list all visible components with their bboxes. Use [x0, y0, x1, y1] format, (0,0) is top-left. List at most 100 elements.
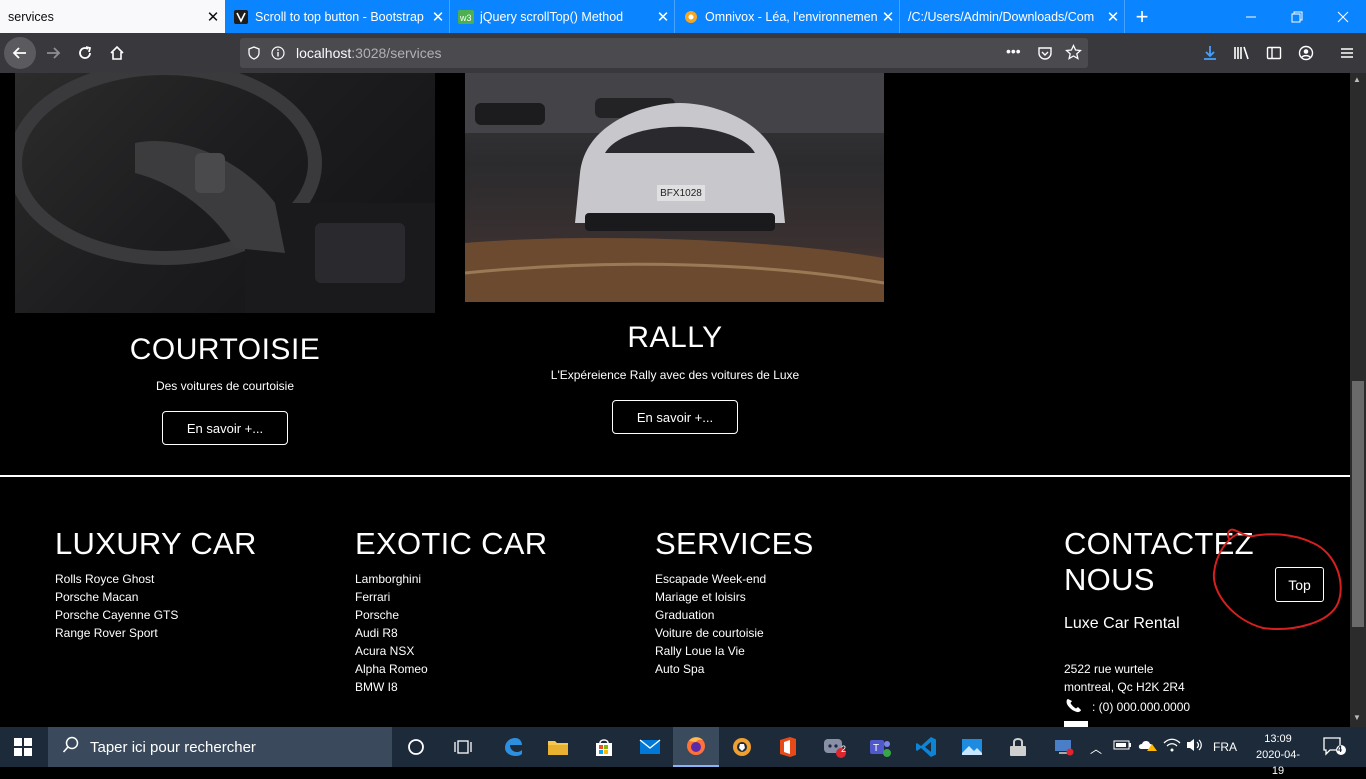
close-icon[interactable]: ✕ — [1102, 8, 1124, 26]
footer-link[interactable]: Range Rover Sport — [55, 624, 178, 642]
url-path: :3028/services — [351, 45, 442, 61]
teams-icon[interactable]: T — [857, 727, 903, 767]
tab-scroll-to-top[interactable]: Scroll to top button - Bootstrap ✕ — [225, 0, 450, 33]
footer-link[interactable]: Ferrari — [355, 588, 428, 606]
microsoft-store-icon[interactable] — [581, 727, 627, 767]
notifications-icon[interactable]: 4 — [1322, 736, 1346, 761]
new-tab-button[interactable]: + — [1125, 0, 1159, 33]
close-icon[interactable]: ✕ — [652, 8, 674, 26]
vpn-lock-icon[interactable] — [995, 727, 1041, 767]
download-icon — [1204, 46, 1216, 60]
account-button[interactable] — [1290, 37, 1322, 69]
volume-icon[interactable] — [1185, 737, 1205, 758]
bookmark-star-icon[interactable] — [1064, 43, 1083, 66]
footer-link[interactable]: Alpha Romeo — [355, 660, 428, 678]
search-placeholder: Taper ici pour rechercher — [90, 738, 256, 756]
onedrive-warning-icon[interactable] — [1138, 738, 1158, 757]
sidebar-button[interactable] — [1258, 37, 1290, 69]
taskbar-search-box[interactable]: Taper ici pour rechercher — [48, 727, 392, 767]
svg-text:T: T — [873, 743, 879, 754]
footer-link[interactable]: Mariage et loisirs — [655, 588, 766, 606]
cortana-icon[interactable] — [393, 727, 439, 767]
back-button[interactable] — [4, 37, 36, 69]
windows-logo-icon — [14, 738, 32, 756]
footer-link[interactable]: Porsche Macan — [55, 588, 178, 606]
exotic-car-heading: EXOTIC CAR — [355, 526, 548, 561]
forward-button[interactable] — [37, 37, 69, 69]
wifi-icon[interactable] — [1162, 737, 1182, 758]
start-button[interactable] — [0, 727, 46, 767]
file-explorer-icon[interactable] — [535, 727, 581, 767]
scroll-to-top-button[interactable]: Top — [1275, 567, 1324, 602]
brave-icon[interactable] — [719, 727, 765, 767]
discord-icon[interactable]: 2 — [811, 727, 857, 767]
tab-local-file[interactable]: /C:/Users/Admin/Downloads/Com ✕ — [900, 0, 1125, 33]
arrow-right-icon — [47, 47, 61, 59]
page-scrollbar[interactable]: ▲ ▼ — [1350, 73, 1366, 727]
tab-title: /C:/Users/Admin/Downloads/Com — [908, 9, 1095, 24]
footer-link[interactable]: Rally Loue la Vie — [655, 642, 766, 660]
footer-link[interactable]: Auto Spa — [655, 660, 766, 678]
home-button[interactable] — [101, 37, 133, 69]
info-icon[interactable] — [268, 46, 288, 60]
footer-link[interactable]: Acura NSX — [355, 642, 428, 660]
remote-desktop-icon[interactable] — [1041, 727, 1087, 767]
task-view-icon[interactable] — [440, 727, 486, 767]
company-name: Luxe Car Rental — [1064, 615, 1180, 632]
home-icon — [110, 45, 124, 60]
footer-link[interactable]: Lamborghini — [355, 570, 428, 588]
library-button[interactable] — [1226, 37, 1258, 69]
discord-badge: 2 — [841, 744, 847, 754]
tab-jquery-scrolltop[interactable]: w3 jQuery scrollTop() Method ✕ — [450, 0, 675, 33]
close-icon[interactable]: ✕ — [202, 8, 224, 26]
footer-link[interactable]: Porsche — [355, 606, 428, 624]
footer-link[interactable]: BMW I8 — [355, 678, 428, 696]
phone-number: : (0) 000.000.0000 — [1092, 699, 1191, 714]
scrollbar-thumb[interactable] — [1352, 381, 1364, 627]
shield-icon[interactable] — [240, 46, 268, 60]
photos-icon[interactable] — [949, 727, 995, 767]
clock-time: 13:09 — [1264, 733, 1292, 745]
account-icon — [1298, 45, 1314, 61]
tab-title: Omnivox - Léa, l'environnement — [705, 9, 877, 24]
page-actions-menu[interactable]: ••• — [1006, 43, 1021, 59]
address-bar[interactable]: localhost:3028/services ••• — [240, 38, 1088, 68]
close-window-button[interactable] — [1320, 0, 1366, 33]
url-text[interactable]: localhost:3028/services — [296, 45, 442, 61]
tab-omnivox[interactable]: Omnivox - Léa, l'environnement ✕ — [675, 0, 900, 33]
close-icon[interactable]: ✕ — [427, 8, 449, 26]
footer-link[interactable]: Graduation — [655, 606, 766, 624]
clock[interactable]: 13:09 2020-04-19 — [1250, 731, 1306, 779]
tab-strip: services ✕ Scroll to top button - Bootst… — [0, 0, 1366, 33]
vscode-icon[interactable] — [903, 727, 949, 767]
tray-chevron-icon[interactable]: ︿ — [1090, 740, 1102, 757]
office-icon[interactable] — [765, 727, 811, 767]
services-list: Escapade Week-end Mariage et loisirs Gra… — [655, 570, 766, 678]
address-line1: 2522 rue wurtele — [1064, 662, 1154, 676]
footer-link[interactable]: Porsche Cayenne GTS — [55, 606, 178, 624]
tab-services[interactable]: services ✕ — [0, 0, 225, 33]
downloads-button[interactable] — [1194, 37, 1226, 69]
minimize-button[interactable] — [1228, 0, 1274, 33]
hamburger-icon — [1341, 48, 1353, 58]
pocket-icon[interactable] — [1037, 45, 1053, 66]
footer-link[interactable]: Escapade Week-end — [655, 570, 766, 588]
reload-button[interactable] — [69, 37, 101, 69]
footer-link[interactable]: Audi R8 — [355, 624, 428, 642]
footer-link[interactable]: Voiture de courtoisie — [655, 624, 766, 642]
scroll-up-arrow-icon[interactable]: ▲ — [1353, 75, 1361, 84]
arrow-left-icon — [12, 47, 26, 59]
restore-button[interactable] — [1274, 0, 1320, 33]
battery-icon[interactable] — [1113, 738, 1133, 757]
firefox-icon[interactable] — [673, 727, 719, 767]
tab-title: jQuery scrollTop() Method — [480, 9, 624, 24]
menu-button[interactable] — [1331, 37, 1363, 69]
scroll-down-arrow-icon[interactable]: ▼ — [1353, 713, 1361, 722]
rally-learn-more-button[interactable]: En savoir +... — [612, 400, 738, 434]
language-indicator[interactable]: FRA — [1213, 740, 1237, 754]
edge-icon[interactable] — [490, 727, 536, 767]
footer-link[interactable]: Rolls Royce Ghost — [55, 570, 178, 588]
close-icon[interactable]: ✕ — [877, 8, 899, 26]
mail-icon[interactable] — [627, 727, 673, 767]
courtoisie-learn-more-button[interactable]: En savoir +... — [162, 411, 288, 445]
